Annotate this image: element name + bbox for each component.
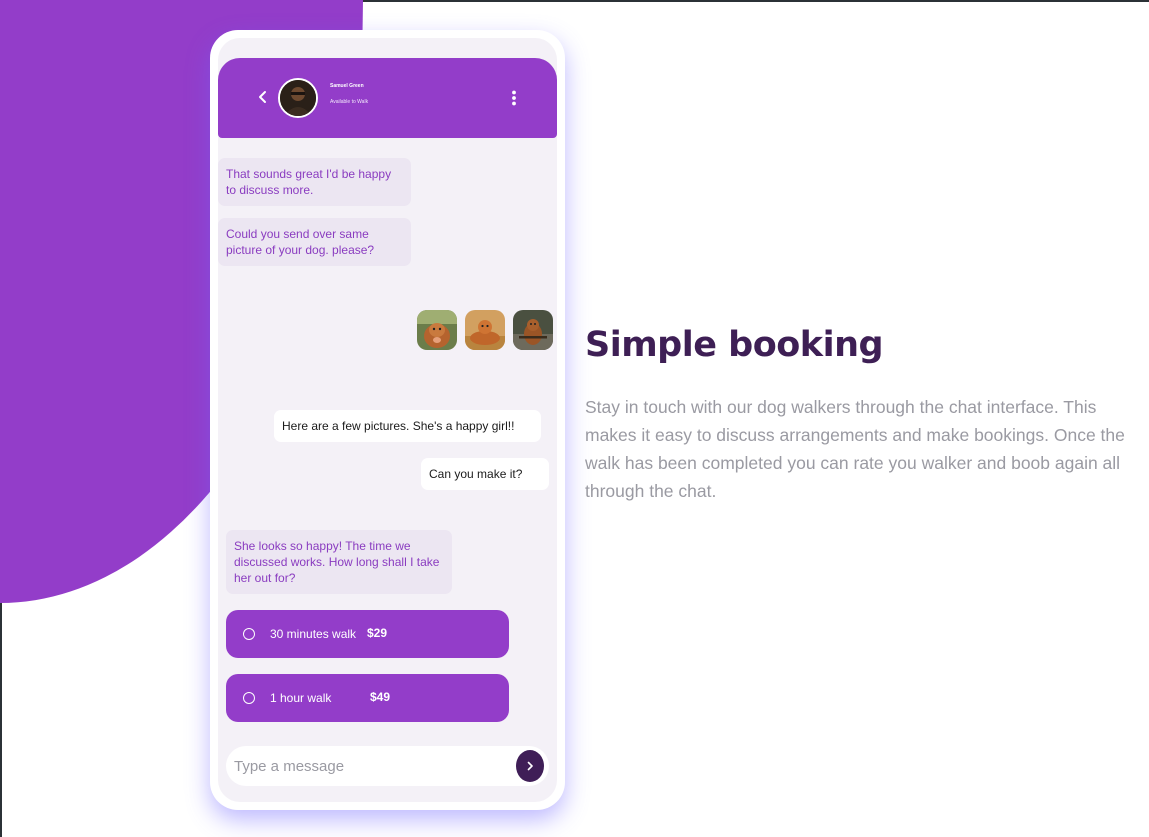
send-button[interactable]	[516, 750, 544, 782]
walk-option-price: $29	[367, 626, 388, 640]
walk-option-label: 1 hour walk	[270, 691, 332, 705]
message-incoming: That sounds great I'd be happy to discus…	[218, 158, 411, 206]
chat-screen: Samuel Green Available to Walk That soun…	[218, 38, 557, 802]
vertical-dots-icon	[512, 90, 516, 106]
feature-title: Simple booking	[585, 325, 884, 365]
walk-option-1-hour[interactable]: 1 hour walk $49	[226, 674, 509, 722]
chevron-right-icon	[527, 761, 533, 771]
walk-option-price: $49	[370, 690, 391, 704]
dog-photo-1[interactable]	[417, 310, 457, 350]
radio-button[interactable]	[243, 692, 255, 704]
message-input[interactable]	[234, 754, 504, 778]
message-incoming: Could you send over same picture of your…	[218, 218, 411, 266]
walk-option-30-minutes[interactable]: 30 minutes walk $29	[226, 610, 509, 658]
chevron-left-icon	[259, 91, 266, 103]
dog-photo-2[interactable]	[465, 310, 505, 350]
message-outgoing: Can you make it?	[421, 458, 549, 490]
more-options-button[interactable]	[506, 86, 522, 110]
phone-mockup: Samuel Green Available to Walk That soun…	[210, 30, 565, 810]
chat-header: Samuel Green Available to Walk	[218, 58, 557, 138]
back-button[interactable]	[252, 84, 274, 110]
walk-option-label: 30 minutes walk	[270, 627, 357, 641]
message-composer	[226, 746, 549, 786]
contact-avatar[interactable]	[278, 78, 318, 118]
feature-description: Stay in touch with our dog walkers throu…	[585, 397, 1125, 501]
message-incoming: She looks so happy! The time we discusse…	[226, 530, 452, 594]
contact-name: Samuel Green	[330, 83, 364, 89]
message-outgoing: Here are a few pictures. She's a happy g…	[274, 410, 541, 442]
contact-status: Available to Walk	[330, 99, 369, 105]
avatar-portrait	[280, 80, 316, 116]
radio-button[interactable]	[243, 628, 255, 640]
dog-photo-3[interactable]	[513, 310, 553, 350]
